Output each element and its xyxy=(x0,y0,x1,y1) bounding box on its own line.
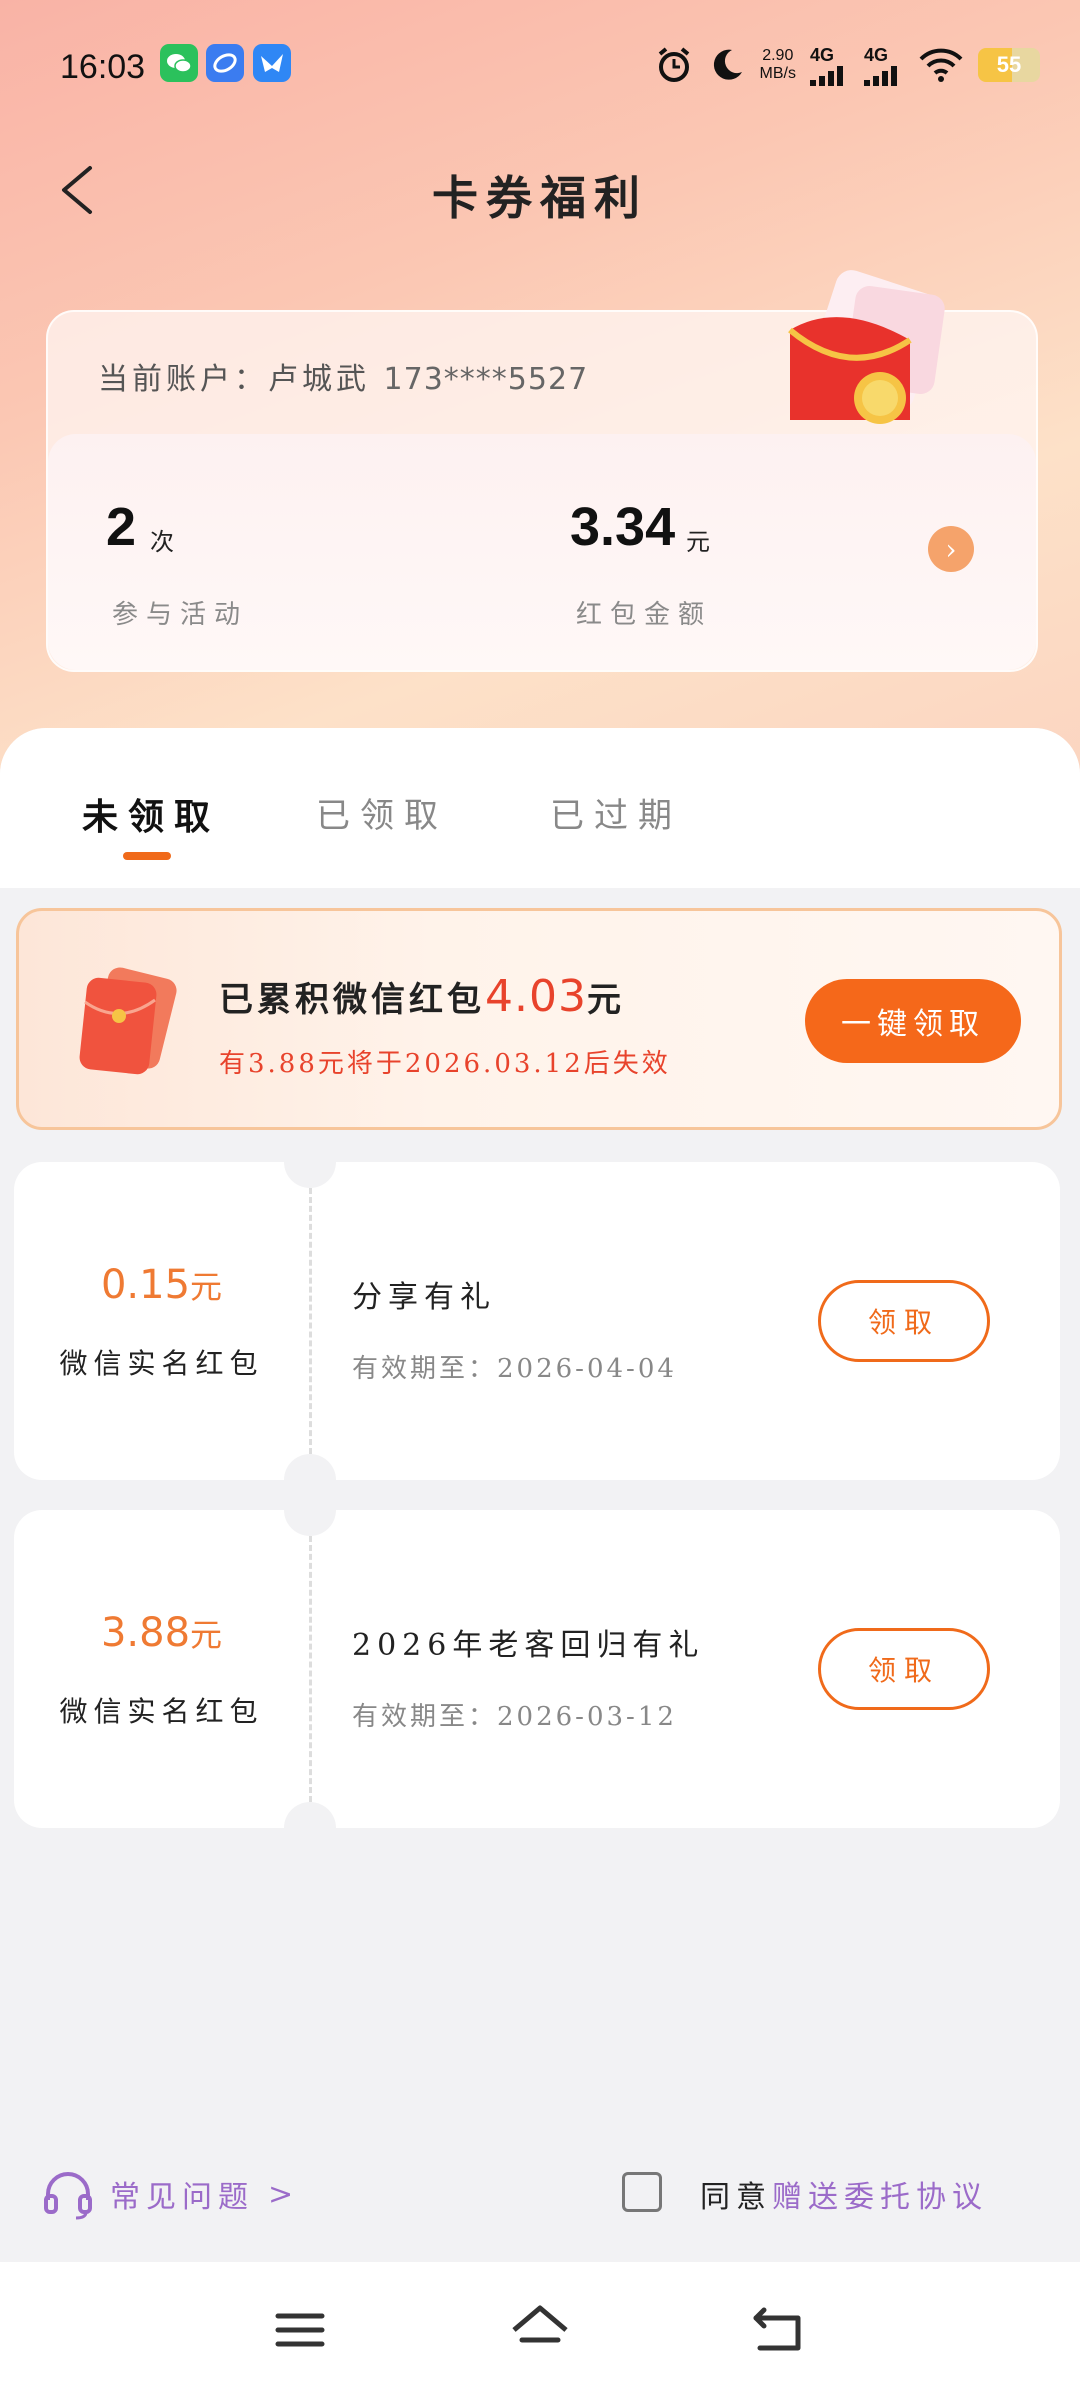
account-phone: 173****5527 xyxy=(383,362,589,397)
coupon-expiry: 有效期至：2026-04-04 xyxy=(352,1354,677,1384)
browser-icon xyxy=(206,44,244,82)
coupon-card: 3.88元 微信实名红包 2026年老客回归有礼 有效期至：2026-03-12… xyxy=(14,1484,1060,1854)
claim-button[interactable]: 领取 xyxy=(818,1280,990,1362)
signal-bars-icon xyxy=(810,65,843,86)
battery-indicator: 55 xyxy=(978,48,1040,82)
tab-unclaimed[interactable]: 未领取 xyxy=(82,788,220,840)
signal-bars-icon xyxy=(864,65,897,86)
activity-count: 2 xyxy=(106,497,137,557)
faq-link[interactable]: 常见问题 > xyxy=(40,2166,299,2222)
bird-app-icon xyxy=(253,44,291,82)
page-title: 卡券福利 xyxy=(432,171,648,225)
coupon-type: 微信实名红包 xyxy=(59,1695,264,1728)
agree-checkbox[interactable] xyxy=(622,2172,662,2212)
menu-icon[interactable] xyxy=(270,2300,330,2360)
coupon-expiry: 有效期至：2026-03-12 xyxy=(352,1702,677,1732)
chevron-right-icon: > xyxy=(268,2176,300,2212)
stats-panel[interactable]: 2 次 参与活动 3.34 元 红包金额 › xyxy=(48,434,1036,670)
amount-label: 红包金额 xyxy=(576,600,713,630)
chevron-right-icon[interactable]: › xyxy=(928,526,974,572)
claim-all-button[interactable]: 一键领取 xyxy=(805,979,1021,1063)
footer-row: 常见问题 > 同意赠送委托协议 xyxy=(0,2160,1080,2230)
home-icon[interactable] xyxy=(510,2300,570,2360)
alarm-icon xyxy=(658,47,689,82)
agree-text: 同意赠送委托协议 xyxy=(700,2180,988,2215)
claim-button[interactable]: 领取 xyxy=(818,1628,990,1710)
tab-underline xyxy=(123,852,171,860)
amount-unit: 元 xyxy=(686,528,710,556)
coupon-notch xyxy=(284,1484,336,1536)
coupon-card: 0.15元 微信实名红包 分享有礼 有效期至：2026-04-04 领取 xyxy=(14,1136,1060,1506)
coupon-title: 2026年老客回归有礼 xyxy=(352,1628,705,1663)
coupon-title: 分享有礼 xyxy=(352,1280,496,1315)
status-indicators: 2.90 MB/s 4G 4G 55 xyxy=(654,40,1040,90)
back-nav-icon[interactable] xyxy=(750,2300,810,2360)
coupon-notch xyxy=(284,1802,336,1854)
signal-2: 4G xyxy=(864,45,904,86)
wechat-icon xyxy=(160,44,198,82)
tab-expired[interactable]: 已过期 xyxy=(550,788,682,837)
activity-unit: 次 xyxy=(150,528,174,556)
net-speed: 2.90 MB/s xyxy=(759,47,796,82)
coupon-amount: 0.15元 xyxy=(100,1262,223,1308)
coupon-amount: 3.88元 xyxy=(100,1610,223,1656)
coupon-notch xyxy=(284,1136,336,1188)
header: 卡券福利 xyxy=(0,150,1080,230)
coupon-divider xyxy=(309,1188,312,1454)
amount-value: 3.34 xyxy=(570,497,676,557)
coupon-type: 微信实名红包 xyxy=(59,1347,264,1380)
headset-icon xyxy=(44,2172,92,2220)
summary-card: 已累积微信红包4.03元 有3.88元将于2026.03.12后失效 一键领取 xyxy=(16,908,1062,1130)
summary-total: 已累积微信红包4.03元 xyxy=(219,971,625,1022)
main-panel: 未领取 已领取 已过期 已累积微信红包4.03元 有3.88元将于2026.03… xyxy=(0,728,1080,2264)
wifi-icon xyxy=(919,48,963,82)
status-time: 16:03 xyxy=(60,48,146,86)
red-envelope-illustration xyxy=(788,270,945,424)
agreement-link[interactable]: 赠送委托协议 xyxy=(772,2180,988,2215)
activity-label: 参与活动 xyxy=(112,600,249,630)
account-label: 当前账户：卢城武 173****5527 xyxy=(98,362,589,397)
status-bar: 16:03 2.90 MB/s 4G 4G 55 xyxy=(0,0,1080,130)
tab-claimed[interactable]: 已领取 xyxy=(316,788,448,837)
faq-label: 常见问题 xyxy=(110,2180,254,2215)
moon-icon xyxy=(713,49,742,80)
summary-expiry-note: 有3.88元将于2026.03.12后失效 xyxy=(219,1049,671,1079)
red-packet-icon xyxy=(79,967,177,1075)
summary-amount: 4.03 xyxy=(485,971,587,1022)
tab-bar: 未领取 已领取 已过期 xyxy=(0,728,1080,888)
coupon-divider xyxy=(309,1536,312,1802)
system-nav-bar xyxy=(0,2262,1080,2392)
signal-1: 4G xyxy=(810,45,850,86)
